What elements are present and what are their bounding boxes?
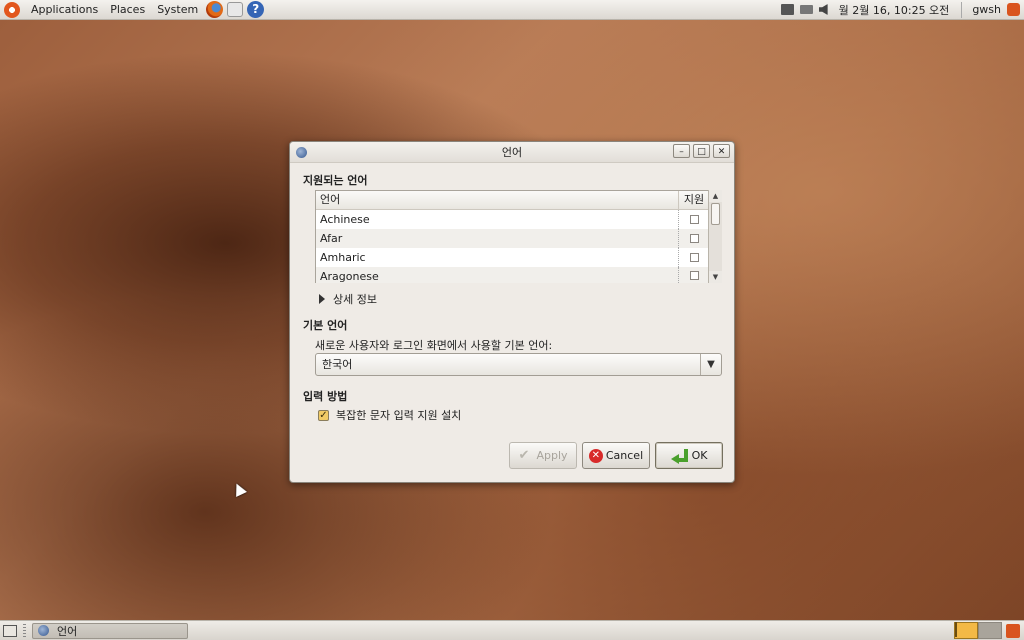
input-method-checkbox[interactable]: ✓ [318,409,329,421]
language-name: Aragonese [316,267,679,283]
ok-arrow-icon [670,448,689,464]
trash-icon[interactable] [1006,623,1020,638]
column-header-support[interactable]: 지원 [679,191,709,209]
apply-label: Apply [536,449,568,462]
show-desktop-icon[interactable] [3,624,17,637]
help-icon[interactable]: ? [247,1,265,18]
input-method-heading: 입력 방법 [303,390,348,403]
list-header: 언어 지원 [316,191,709,210]
user-menu[interactable]: gwsh [966,3,1007,16]
window-controls: – □ ✕ [670,144,730,158]
clock[interactable]: 월 2월 16, 10:25 오전 [831,2,958,18]
system-tray: 월 2월 16, 10:25 오전 gwsh [778,0,1024,20]
ubuntu-logo-icon[interactable] [4,1,20,18]
cancel-button[interactable]: ✕ Cancel [582,442,650,469]
support-checkbox[interactable] [689,270,699,280]
support-checkbox[interactable] [689,215,699,224]
list-item[interactable]: Amharic [316,248,709,267]
list-scrollbar[interactable]: ▲ ▼ [708,190,722,283]
scroll-thumb[interactable] [711,203,720,225]
language-list: 언어 지원 Achinese Afar Amharic Aragonese ▲ [315,190,722,283]
close-button[interactable]: ✕ [713,144,730,158]
list-rows: Achinese Afar Amharic Aragonese [316,210,709,283]
network-icon[interactable] [780,4,794,15]
volume-icon[interactable] [818,4,828,15]
workspace-switcher [954,621,1002,640]
ok-label: OK [691,449,708,462]
cancel-label: Cancel [605,449,644,462]
apply-check-icon: ✔ [518,447,530,463]
workspace-2[interactable] [978,621,1002,639]
support-checkbox[interactable] [689,253,699,262]
workspace-1[interactable] [954,621,978,639]
list-item[interactable]: Aragonese [316,267,709,283]
panel-grip [23,623,26,638]
list-item[interactable]: Afar [316,229,709,248]
dialog-titlebar[interactable]: 언어 – □ ✕ [290,142,734,163]
task-app-icon [38,625,49,636]
default-language-combo[interactable]: 한국어 ▼ [315,353,722,376]
input-method-option[interactable]: ✓ 복잡한 문자 입력 지원 설치 [318,407,461,423]
task-label: 언어 [57,624,78,638]
language-name: Amharic [316,248,679,267]
maximize-button[interactable]: □ [693,144,710,158]
scroll-down-icon[interactable]: ▼ [709,271,722,283]
support-checkbox[interactable] [689,234,699,243]
printer-icon[interactable] [799,5,813,14]
language-name: Afar [316,229,679,248]
column-header-language[interactable]: 언어 [316,191,679,209]
top-panel: Applications Places System ? 월 2월 16, 10… [0,0,1024,20]
mouse-pointer-icon [231,481,247,497]
mail-icon[interactable] [227,2,244,17]
apply-button[interactable]: ✔ Apply [509,442,577,469]
input-method-label: 복잡한 문자 입력 지원 설치 [336,409,462,422]
list-item[interactable]: Achinese [316,210,709,229]
cancel-icon: ✕ [588,448,603,463]
details-label: 상세 정보 [333,293,377,306]
minimize-button[interactable]: – [673,144,690,158]
power-icon[interactable] [1007,3,1020,16]
scroll-up-icon[interactable]: ▲ [709,190,722,202]
tray-separator [961,1,963,18]
dialog-title: 언어 [501,146,523,159]
chevron-down-icon[interactable]: ▼ [700,354,721,375]
default-language-heading: 기본 언어 [303,319,348,332]
details-expander[interactable]: 상세 정보 [319,291,377,307]
menu-applications[interactable]: Applications [25,0,104,20]
default-language-value: 한국어 [322,358,353,371]
ok-button[interactable]: OK [655,442,723,469]
taskbar-item-language[interactable]: 언어 [32,622,188,639]
menu-bar: Applications Places System ? [0,0,266,20]
bottom-panel: 언어 [0,620,1024,640]
supported-languages-heading: 지원되는 언어 [303,174,368,187]
default-language-description: 새로운 사용자와 로그인 화면에서 사용할 기본 언어: [315,339,553,352]
language-dialog: 언어 – □ ✕ 지원되는 언어 언어 지원 Achinese Afar Amh… [289,141,735,483]
expander-triangle-icon [319,294,325,304]
menu-system[interactable]: System [151,0,204,20]
language-name: Achinese [316,210,679,229]
menu-places[interactable]: Places [104,0,151,20]
firefox-icon[interactable] [206,1,224,18]
